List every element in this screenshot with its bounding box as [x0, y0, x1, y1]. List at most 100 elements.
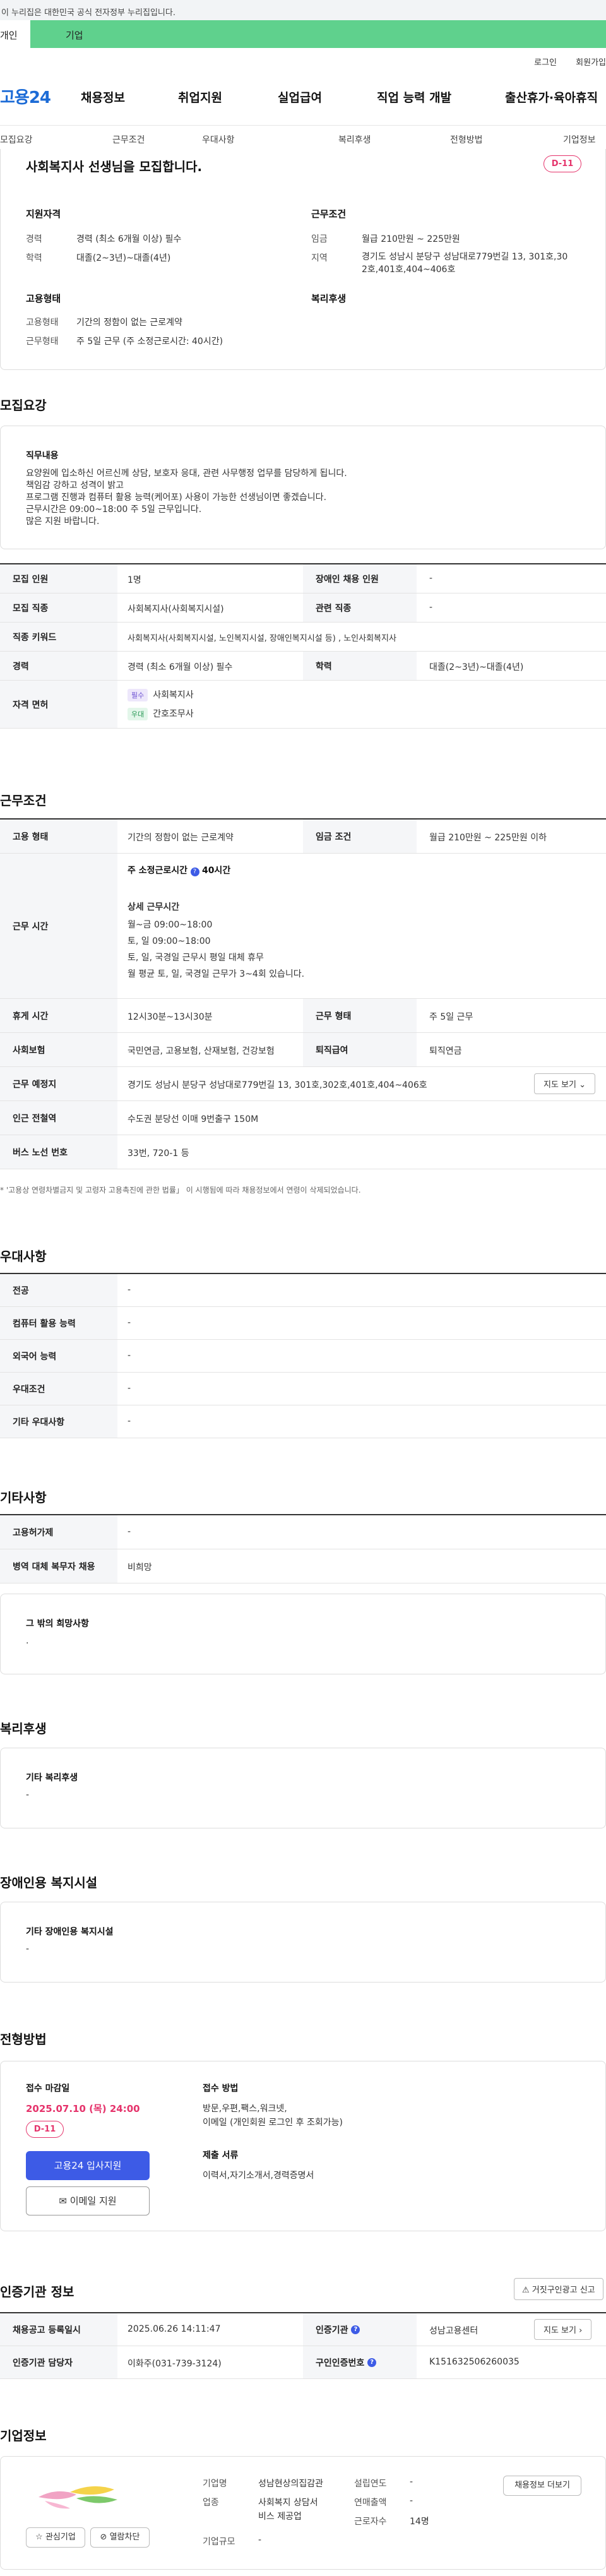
conditions-heading: 근무조건 — [0, 793, 47, 808]
gnb-item-training[interactable]: 직업 능력 개발 — [377, 88, 451, 105]
dday-badge: D-11 — [544, 155, 581, 172]
region-label: 지역 — [311, 253, 328, 263]
table-row: 모집 인원 1명 장애인 채용 인원 - — [0, 564, 606, 593]
row-label: 채용공고 등록일시 — [0, 2313, 117, 2346]
row-value: 1명 — [128, 575, 141, 585]
nav-preference[interactable]: 우대사항 — [202, 133, 235, 146]
region-value-1: 경기도 성남시 분당구 성남대로779번길 13, 301호,30 — [362, 252, 568, 262]
table-row: 채용공고 등록일시 2025.06.26 14:11:47 인증기관 ? 성남고… — [0, 2313, 606, 2346]
gnb-item-parental-leave[interactable]: 출산휴가·육아휴직 — [505, 88, 606, 105]
tab-individual[interactable]: 개인 — [0, 20, 30, 48]
report-button[interactable]: ⚠ 거짓구인광고 신고 — [514, 2278, 603, 2300]
nav-conditions[interactable]: 근무조건 — [112, 133, 145, 146]
table-row: 컴퓨터 활용 능력 - — [0, 1307, 606, 1340]
login-link[interactable]: 로그인 — [534, 58, 557, 68]
block-icon: ⊘ — [100, 2532, 107, 2542]
map-button[interactable]: 지도 보기 ⌄ — [534, 1073, 596, 1094]
emp-type-value: 기간의 정함이 없는 근로계약 — [76, 318, 182, 328]
qualification-heading: 지원자격 — [26, 208, 61, 220]
info-icon[interactable]: ? — [351, 2325, 360, 2334]
row-value: 사회복지사(사회복지시설, 노인복지시설, 장애인복지시설 등) , 노인사회복… — [128, 634, 396, 643]
row-value: 33번, 720-1 등 — [128, 1148, 189, 1159]
row-label: 관련 직종 — [303, 593, 417, 622]
nav-recruit[interactable]: 모집요강 — [0, 133, 33, 146]
info-icon[interactable]: ? — [190, 868, 199, 876]
edu-label: 학력 — [26, 253, 42, 263]
row-value: 경력 (최소 6개월 이상) 필수 — [128, 662, 233, 672]
table-row: 외국어 능력 - — [0, 1340, 606, 1373]
row-label: 모집 인원 — [0, 564, 117, 593]
duty-box: 직무내용 요양원에 입소하신 어르신께 상담, 보호자 응대, 관련 사무행정 … — [0, 426, 606, 549]
gnb-item-unemployment[interactable]: 실업급여 — [278, 88, 322, 105]
row-value: 사회복지사(사회복지시설) — [128, 604, 224, 614]
row-value: 퇴직연금 — [429, 1046, 462, 1056]
recruit-table: 모집 인원 1명 장애인 채용 인원 - 모집 직종 사회복지사(사회복지시설)… — [0, 563, 606, 729]
employment-heading: 고용형태 — [26, 293, 61, 304]
preference-table: 전공 - 컴퓨터 활용 능력 - 외국어 능력 - 우대조건 - 기타 우대사항 - — [0, 1273, 606, 1438]
row-label: 인증기관 담당자 — [0, 2346, 117, 2378]
detail-hours: 월~금 09:00~18:00 토, 일 09:00~18:00 토, 일, 국… — [128, 920, 305, 979]
row-label: 구인인증번호 ? — [303, 2346, 417, 2378]
disabled-facility-value: - — [26, 1944, 30, 1954]
table-row: 직종 키워드 사회복지사(사회복지시설, 노인복지시설, 장애인복지시설 등) … — [0, 623, 606, 652]
sales-label: 연매출액 — [354, 2498, 387, 2508]
table-row: 근무 예정지 경기도 성남시 분당구 성남대로779번길 13, 301호,30… — [0, 1067, 606, 1101]
table-row: 근무 시간 주 소정근로시간 ? 40시간 상세 근무시간 월~금 09:00~… — [0, 854, 606, 999]
table-row: 인증기관 담당자 이화주(031-739-3124) 구인인증번호 ? K151… — [0, 2346, 606, 2379]
tab-business[interactable]: 기업 — [30, 20, 606, 48]
row-value: 이화주(031-739-3124) — [128, 2359, 222, 2369]
table-row: 사회보험 국민연금, 고용보험, 산재보험, 건강보험 퇴직급여 퇴직연금 — [0, 1033, 606, 1067]
emp-type-label: 고용형태 — [26, 318, 59, 328]
nav-welfare[interactable]: 복리후생 — [338, 133, 371, 146]
company-heading: 기업정보 — [0, 2428, 47, 2443]
row-value: - — [128, 1383, 131, 1393]
gnb-item-jobs[interactable]: 채용정보 — [81, 88, 125, 105]
company-name-label: 기업명 — [203, 2479, 227, 2489]
row-label: 컴퓨터 활용 능력 — [0, 1307, 117, 1339]
info-icon[interactable]: ? — [367, 2358, 377, 2367]
founded-label: 설립연도 — [354, 2479, 387, 2489]
row-label: 장애인 채용 인원 — [303, 564, 417, 593]
row-label: 휴게 시간 — [0, 999, 117, 1032]
method-value-1: 방문,우편,팩스,워크넷, — [203, 2104, 287, 2114]
deadline-label: 접수 마감일 — [26, 2084, 70, 2094]
row-label: 우대조건 — [0, 1373, 117, 1405]
table-row: 고용허가제 - — [0, 1515, 606, 1549]
nav-selection[interactable]: 전형방법 — [450, 133, 483, 146]
wish-box: 그 밖의 희망사항 . — [0, 1594, 606, 1674]
table-row: 모집 직종 사회복지사(사회복지시설) 관련 직종 - — [0, 593, 606, 623]
alert-icon: ⚠ — [522, 2286, 530, 2295]
job-title: 사회복지사 선생님을 모집합니다. — [26, 159, 203, 174]
chevron-down-icon: ⌄ — [579, 1080, 586, 1090]
interest-company-button[interactable]: ☆ 관심기업 — [26, 2527, 85, 2548]
row-value: 2025.06.26 14:11:47 — [128, 2324, 221, 2334]
email-apply-button[interactable]: ✉ 이메일 지원 — [26, 2186, 150, 2215]
company-name: 성남현상의집감관 — [258, 2479, 324, 2489]
row-label: 자격 면허 — [0, 681, 117, 728]
row-value: - — [128, 1416, 131, 1426]
nav-company[interactable]: 기업정보 — [563, 133, 596, 146]
gnb-item-employment-support[interactable]: 취업지원 — [178, 88, 222, 105]
signup-link[interactable]: 회원가입 — [576, 58, 606, 68]
license-preferred: 우대 간호조무사 — [128, 707, 194, 720]
chevron-right-icon: › — [579, 2326, 583, 2335]
conditions-table: 고용 형태 기간의 정함이 없는 근로계약 임금 조건 월급 210만원 ~ 2… — [0, 818, 606, 1169]
row-label: 기타 우대사항 — [0, 1405, 117, 1438]
apply-button[interactable]: 고용24 입사지원 — [26, 2151, 150, 2180]
block-view-button[interactable]: ⊘ 열람차단 — [90, 2527, 150, 2548]
more-jobs-button[interactable]: 채용정보 더보기 — [503, 2476, 581, 2496]
method-value-2: 이메일 (개인회원 로그인 후 조회가능) — [203, 2118, 343, 2128]
site-logo[interactable]: 고용24 — [0, 85, 51, 108]
row-label: 버스 노선 번호 — [0, 1135, 117, 1169]
mail-icon: ✉ — [59, 2195, 67, 2207]
edu-value: 대졸(2~3년)~대졸(4년) — [76, 253, 171, 263]
other-table: 고용허가제 - 병역 대체 복무자 채용 비희망 — [0, 1514, 606, 1583]
cert-table: 채용공고 등록일시 2025.06.26 14:11:47 인증기관 ? 성남고… — [0, 2312, 606, 2379]
employees-label: 근로자수 — [354, 2517, 387, 2527]
welfare-value: - — [26, 1790, 30, 1800]
table-row: 우대조건 - — [0, 1373, 606, 1405]
table-row: 고용 형태 기간의 정함이 없는 근로계약 임금 조건 월급 210만원 ~ 2… — [0, 820, 606, 854]
org-map-button[interactable]: 지도 보기 › — [534, 2319, 592, 2340]
welfare-box: 기타 복리후생 - — [0, 1748, 606, 1828]
preference-heading: 우대사항 — [0, 1249, 47, 1264]
